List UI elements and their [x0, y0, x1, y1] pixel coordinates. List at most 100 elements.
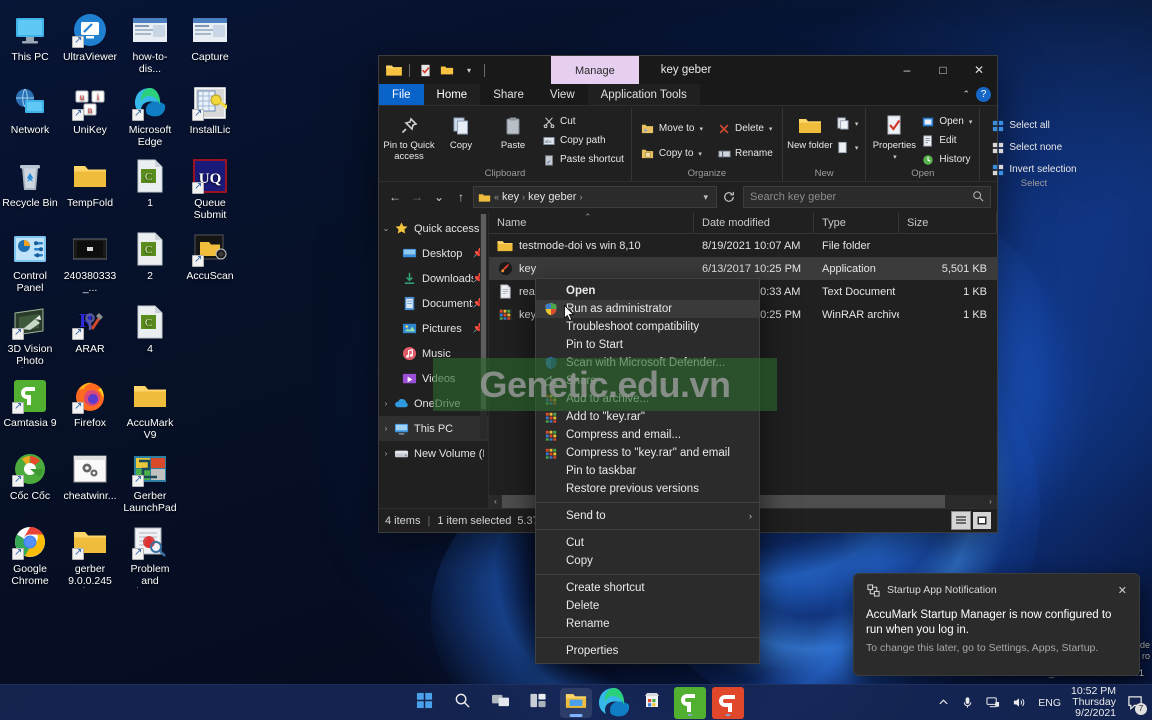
new-folder-button[interactable]: New folder: [787, 111, 833, 152]
easy-access-button[interactable]: ▾: [833, 139, 862, 156]
recent-locations-button[interactable]: ⌄: [429, 186, 449, 208]
desktop-icon-control-panel[interactable]: Control Panel: [0, 225, 60, 298]
desktop-icon-4[interactable]: C4: [120, 298, 180, 372]
history-button[interactable]: History: [918, 151, 975, 168]
contextual-tab-group-manage[interactable]: Manage: [551, 56, 639, 84]
pin-to-quick-access-button[interactable]: Pin to Quick access: [383, 111, 435, 162]
desktop-icon-camtasia-9[interactable]: Camtasia 9: [0, 372, 60, 445]
desktop-icon-c-c-c-c[interactable]: Cốc Cốc: [0, 445, 60, 518]
sidebar-item-videos[interactable]: Videos: [379, 366, 488, 391]
desktop-icon-installlic[interactable]: InstallLic: [180, 79, 240, 152]
sidebar-item-pictures[interactable]: Pictures 📌: [379, 316, 488, 341]
forward-button[interactable]: →: [407, 186, 427, 208]
cell-name[interactable]: key: [489, 257, 694, 280]
table-row[interactable]: key 6/13/2017 10:25 PM Application 5,501 KB: [489, 257, 997, 280]
breadcrumb-item-key[interactable]: key: [502, 191, 519, 203]
chevron-down-icon[interactable]: ▾: [699, 192, 712, 203]
desktop-icon-gerber-9-0-0-245-1[interactable]: gerber 9.0.0.245 (1...: [60, 518, 120, 592]
scroll-left-button[interactable]: ‹: [489, 495, 502, 508]
desktop-icon-this-pc[interactable]: This PC: [0, 6, 60, 79]
expand-chevron-icon[interactable]: ›: [379, 424, 393, 433]
paste-button[interactable]: Paste: [487, 111, 539, 152]
breadcrumb-item-key-geber[interactable]: key geber: [528, 191, 576, 203]
column-header-type[interactable]: Type: [814, 211, 899, 234]
breadcrumb-overflow[interactable]: «: [494, 192, 499, 202]
menu-item-restore-previous-versions[interactable]: Restore previous versions: [536, 480, 759, 498]
select-all-button[interactable]: Select all: [988, 117, 1079, 134]
desktop-icon-capture[interactable]: Capture: [180, 6, 240, 79]
sidebar-item-music[interactable]: Music: [379, 341, 488, 366]
move-to-button[interactable]: Move to ▾: [638, 120, 706, 137]
large-icons-view-button[interactable]: [973, 512, 991, 529]
desktop-icon-accuscan[interactable]: AccuScan: [180, 225, 240, 298]
menu-item-send-to[interactable]: Send to ›: [536, 507, 759, 525]
menu-item-copy[interactable]: Copy: [536, 552, 759, 570]
delete-button[interactable]: Delete ▾: [714, 120, 776, 137]
qat-properties[interactable]: [416, 61, 434, 79]
properties-button[interactable]: Properties ▾: [870, 111, 918, 163]
copy-path-button[interactable]: abc Copy path: [539, 132, 627, 149]
desktop-icon-ultraviewer[interactable]: UltraViewer: [60, 6, 120, 79]
desktop-icon-firefox[interactable]: Firefox: [60, 372, 120, 445]
column-header-date[interactable]: Date modified: [694, 211, 814, 234]
chevron-down-icon[interactable]: ▾: [460, 61, 478, 79]
edit-button[interactable]: Edit: [918, 132, 975, 149]
search-input[interactable]: Search key geber: [743, 186, 991, 208]
language-indicator[interactable]: ENG: [1032, 688, 1067, 718]
menu-item-troubleshoot-compatibility[interactable]: Troubleshoot compatibility: [536, 318, 759, 336]
menu-item-properties[interactable]: Properties: [536, 642, 759, 660]
microphone-icon[interactable]: [955, 688, 980, 718]
up-button[interactable]: ↑: [451, 186, 471, 208]
sidebar-item-this-pc[interactable]: › This PC: [379, 416, 488, 441]
tab-file[interactable]: File: [379, 84, 424, 105]
menu-item-compress-to-key-rar-and-email[interactable]: Compress to "key.rar" and email: [536, 444, 759, 462]
desktop-icon-unikey[interactable]: uin UniKey: [60, 79, 120, 152]
desktop-icon-queue-submit[interactable]: UQ Queue Submit: [180, 152, 240, 225]
menu-item-rename[interactable]: Rename: [536, 615, 759, 633]
table-row[interactable]: testmode-doi vs win 8,10 8/19/2021 10:07 …: [489, 234, 997, 257]
desktop-icon-network[interactable]: Network: [0, 79, 60, 152]
tab-home[interactable]: Home: [423, 84, 481, 105]
details-view-button[interactable]: [951, 511, 971, 530]
task-view-button[interactable]: [484, 688, 516, 718]
rename-button[interactable]: Rename: [714, 145, 776, 162]
desktop-icon-2[interactable]: C2: [120, 225, 180, 298]
minimize-button[interactable]: –: [889, 56, 925, 84]
file-explorer-button[interactable]: [560, 687, 592, 718]
network-tray-icon[interactable]: [980, 688, 1006, 718]
tab-view[interactable]: View: [537, 84, 588, 105]
tab-share[interactable]: Share: [480, 84, 537, 105]
desktop-icon-cheatwinr[interactable]: cheatwinr...: [60, 445, 120, 518]
desktop-icon-google-chrome[interactable]: Google Chrome: [0, 518, 60, 592]
expand-chevron-icon[interactable]: ›: [379, 399, 393, 408]
sidebar-item-desktop[interactable]: Desktop 📌: [379, 241, 488, 266]
microsoft-store-button[interactable]: [636, 688, 668, 718]
desktop-icon-how-to-dis[interactable]: how-to-dis...: [120, 6, 180, 79]
breadcrumb[interactable]: « key › key geber › ▾: [473, 186, 717, 208]
camtasia-button[interactable]: [674, 686, 706, 719]
back-button[interactable]: ←: [385, 186, 405, 208]
menu-item-share[interactable]: Share: [536, 372, 759, 390]
expand-chevron-icon[interactable]: ›: [379, 449, 393, 458]
menu-item-run-as-administrator[interactable]: Run as administrator: [536, 300, 759, 318]
widgets-button[interactable]: [522, 688, 554, 718]
expand-chevron-icon[interactable]: ⌄: [379, 224, 393, 233]
chevron-up-icon[interactable]: ⌃: [962, 89, 970, 100]
clock[interactable]: 10:52 PM Thursday 9/2/2021: [1067, 686, 1124, 719]
menu-item-open[interactable]: Open: [536, 282, 759, 300]
scroll-right-button[interactable]: ›: [984, 495, 997, 508]
paste-shortcut-button[interactable]: Paste shortcut: [539, 151, 627, 168]
desktop-icon-3d-vision-photo-viewer[interactable]: 3D Vision Photo Viewer: [0, 298, 60, 372]
chevron-right-icon-2[interactable]: ›: [579, 192, 582, 202]
desktop-icon-gerber-launchpad[interactable]: Gerber LaunchPad: [120, 445, 180, 518]
sidebar-item-documents[interactable]: Documents 📌: [379, 291, 488, 316]
menu-item-pin-to-taskbar[interactable]: Pin to taskbar: [536, 462, 759, 480]
menu-item-compress-and-email[interactable]: Compress and email...: [536, 426, 759, 444]
nav-pane-scrollbar[interactable]: [480, 214, 487, 439]
copy-to-button[interactable]: Copy to ▾: [638, 145, 706, 162]
maximize-button[interactable]: □: [925, 56, 961, 84]
new-item-button[interactable]: ▾: [833, 115, 862, 132]
menu-item-delete[interactable]: Delete: [536, 597, 759, 615]
copy-button[interactable]: Copy: [435, 111, 487, 152]
sidebar-item-onedrive[interactable]: › OneDrive: [379, 391, 488, 416]
